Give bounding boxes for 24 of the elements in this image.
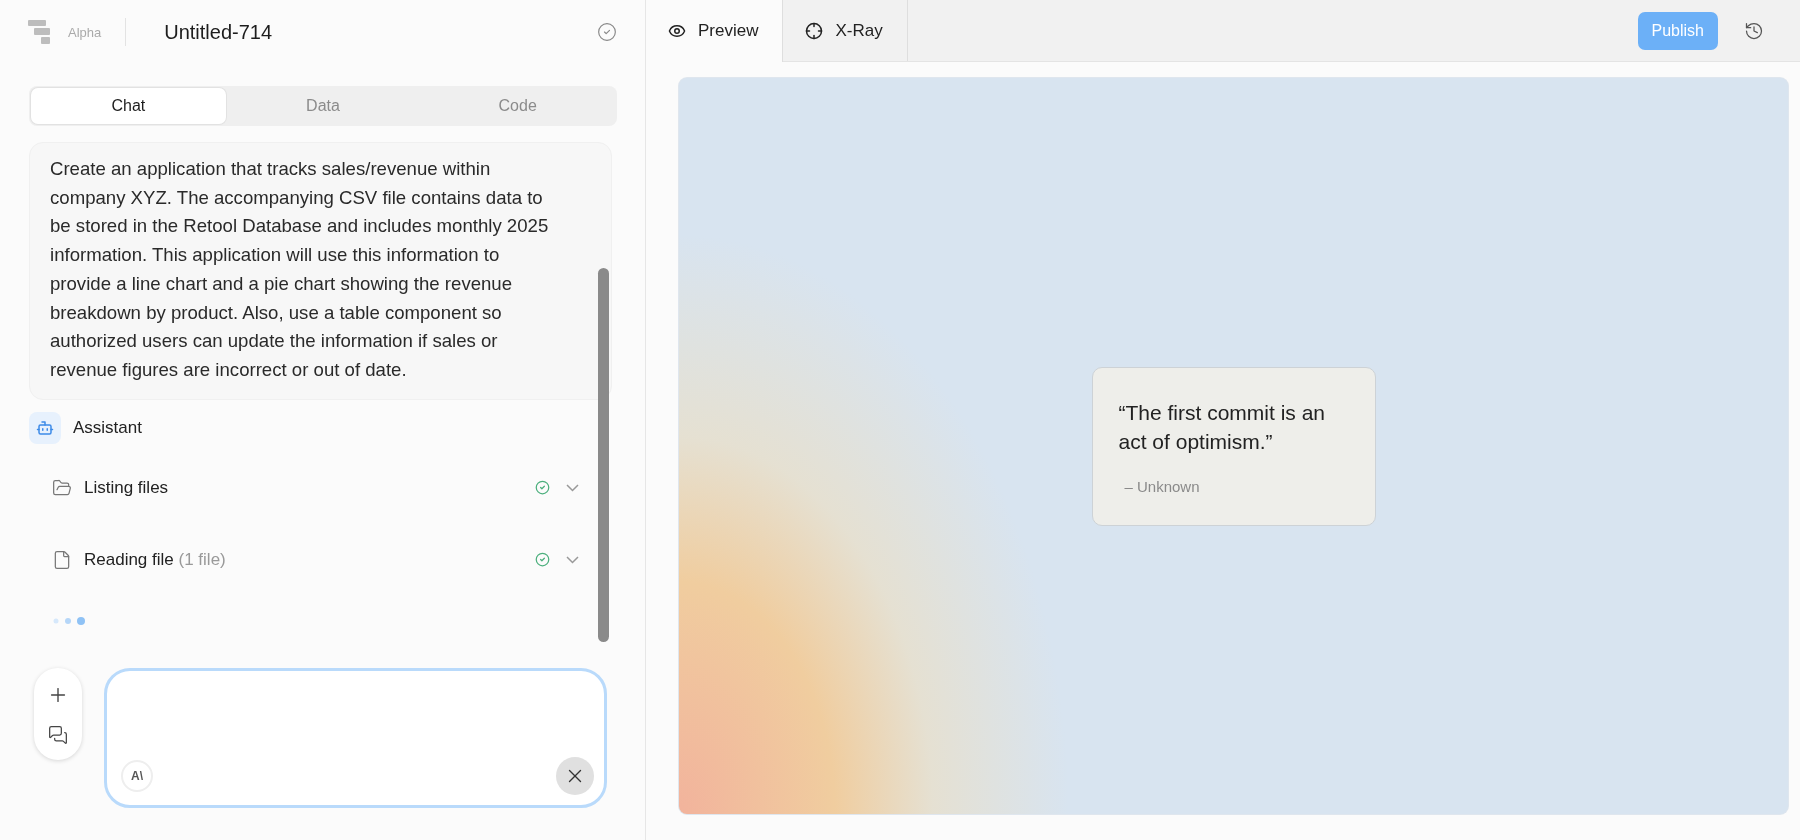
step-label: Reading file (1 file)	[84, 549, 227, 570]
bot-glyph-icon	[36, 418, 54, 437]
quote-text: “The first commit is an act of optimism.”	[1118, 399, 1327, 455]
view-tab[interactable]: Preview	[646, 0, 784, 62]
view-tab[interactable]: X-Ray	[783, 0, 908, 61]
scrollbar[interactable]	[598, 268, 609, 642]
chevron-icon	[566, 555, 579, 564]
chevron-icon	[566, 483, 579, 492]
close-button[interactable]	[556, 757, 594, 795]
document-title: Untitled-714	[164, 20, 274, 44]
step-label: Listing files	[84, 477, 170, 498]
folder-icon	[52, 477, 72, 498]
chat-bubbles-icon	[48, 724, 68, 745]
alpha-label: Alpha	[68, 24, 102, 40]
file-icon	[52, 549, 72, 570]
crosshair-icon	[805, 21, 824, 40]
user-message: Create an application that tracks sales/revenue within company XYZ. The accompanying CSV file contains data to be stored in the Retool Database and includes monthly 2025 information. This application will use this information to provide a line chart and a pie chart showing the revenue breakdown by product. Also, use a table component so authorized users can update the information if sales or revenue figures are incorrect or out of date.	[29, 142, 612, 400]
quote-author: – Unknown	[1123, 477, 1201, 495]
panel-tab[interactable]: Chat	[31, 88, 226, 124]
assistant-name: Assistant	[73, 417, 142, 438]
chat-input[interactable]: A\	[104, 668, 607, 808]
history-glyph-icon	[1744, 20, 1764, 41]
eye-icon	[668, 22, 686, 40]
model-badge[interactable]: A\	[121, 760, 153, 792]
